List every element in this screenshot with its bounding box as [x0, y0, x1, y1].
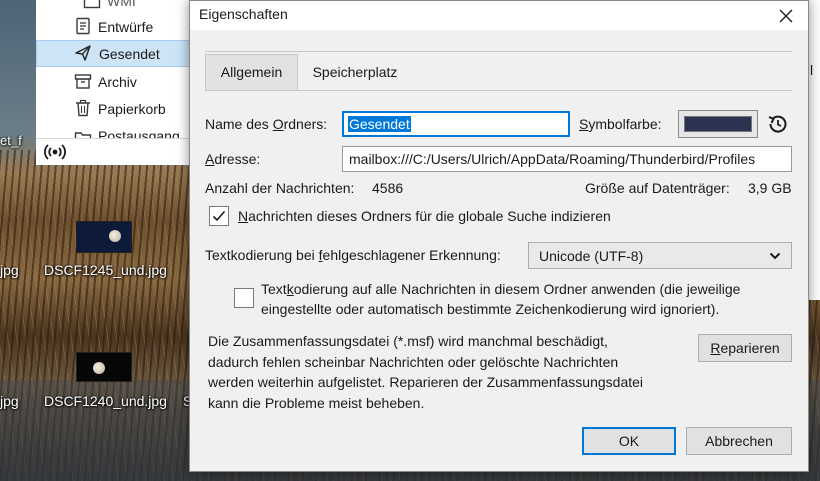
- message-count-value: 4586: [372, 180, 404, 196]
- cancel-button-label: Abbrechen: [705, 433, 773, 449]
- dialog-title: Eigenschaften: [199, 6, 288, 22]
- history-reset-icon[interactable]: [766, 112, 790, 136]
- trash-icon: [76, 99, 90, 117]
- index-search-checkbox[interactable]: [209, 206, 229, 226]
- tab-storage[interactable]: Speicherplatz: [300, 54, 410, 90]
- folder-item-label: Postausgang: [98, 128, 180, 138]
- desktop-icon-label-2[interactable]: DSCF1240_und.jpg: [44, 393, 167, 409]
- tab-strip-divider: [205, 90, 792, 91]
- tab-general[interactable]: Allgemein: [205, 54, 298, 90]
- folder-item-archive[interactable]: Archiv: [36, 68, 190, 95]
- drafts-icon: [76, 17, 90, 35]
- disk-size-label: Größe auf Datenträger:: [585, 180, 730, 196]
- folder-name-value: Gesendet: [348, 116, 411, 132]
- encoding-select[interactable]: Unicode (UTF-8): [528, 242, 792, 269]
- symbol-color-label: Symbolfarbe:: [579, 116, 662, 132]
- folder-item-label: Entwürfe: [98, 18, 154, 35]
- status-bar: [36, 138, 190, 165]
- desktop-icon-label-1[interactable]: DSCF1245_und.jpg: [44, 262, 167, 278]
- address-label: Adresse:: [205, 151, 261, 167]
- folder-item-label: Papierkorb: [98, 100, 166, 117]
- desktop-label-fragment-mid: jpg: [0, 262, 19, 278]
- folder-item-drafts[interactable]: Entwürfe: [36, 13, 190, 40]
- folder-icon: [83, 0, 101, 9]
- folder-item-sent[interactable]: Gesendet: [36, 40, 190, 67]
- chevron-down-icon: [769, 252, 781, 260]
- repair-description: Die Zusammenfassungsdatei (*.msf) wird m…: [208, 331, 688, 413]
- tab-label: Allgemein: [220, 64, 283, 80]
- folder-item-label: Gesendet: [99, 45, 160, 62]
- symbol-color-swatch: [684, 116, 752, 132]
- tab-strip-top-divider: [205, 51, 792, 52]
- ok-button[interactable]: OK: [582, 427, 676, 455]
- tab-label: Speicherplatz: [312, 64, 398, 80]
- properties-dialog: Eigenschaften Allgemein Speicherplatz Na…: [189, 0, 809, 472]
- send-icon: [75, 45, 91, 61]
- folder-item-label: Archiv: [98, 73, 137, 90]
- desktop-label-fragment-bottom: jpg: [0, 393, 19, 409]
- desktop-thumbnail-2[interactable]: [76, 352, 132, 382]
- index-search-label[interactable]: Nachrichten dieses Ordners für die globa…: [238, 208, 611, 224]
- cancel-button[interactable]: Abbrechen: [686, 427, 792, 455]
- repair-description-line: kann die Probleme meist beheben.: [208, 394, 425, 411]
- ok-button-label: OK: [618, 433, 640, 449]
- desktop-thumbnail-1[interactable]: [76, 221, 132, 253]
- archive-icon: [74, 74, 92, 89]
- checkmark-icon: [212, 210, 226, 222]
- close-button[interactable]: [764, 1, 808, 30]
- folder-item-trash[interactable]: Papierkorb: [36, 95, 190, 122]
- online-status-icon[interactable]: [44, 143, 66, 161]
- address-value: mailbox:///C:/Users/Ulrich/AppData/Roami…: [349, 151, 756, 167]
- close-icon: [779, 9, 793, 22]
- folder-item-outbox[interactable]: Postausgang: [36, 122, 190, 138]
- repair-button[interactable]: Reparieren: [698, 334, 792, 362]
- folder-item-wmi[interactable]: WMI: [36, 0, 190, 14]
- moon-shape: [93, 362, 105, 374]
- address-field[interactable]: mailbox:///C:/Users/Ulrich/AppData/Roami…: [342, 146, 792, 172]
- apply-encoding-checkbox[interactable]: [234, 288, 254, 308]
- folder-name-input[interactable]: Gesendet: [342, 111, 570, 137]
- dialog-titlebar[interactable]: Eigenschaften: [190, 1, 808, 30]
- desktop-label-fragment-top: et_f: [0, 133, 22, 148]
- folder-item-label: WMI: [107, 0, 136, 9]
- apply-encoding-label-line2[interactable]: eingestellte oder automatisch bestimmte …: [261, 301, 719, 317]
- apply-encoding-label-line1[interactable]: Textkodierung auf alle Nachrichten in di…: [261, 281, 740, 297]
- message-count-label: Anzahl der Nachrichten:: [205, 180, 355, 196]
- repair-description-line: werden weiterhin aufgelistet. Reparieren…: [208, 374, 644, 390]
- folder-name-label: Name des Ordners:: [205, 116, 328, 132]
- encoding-label: Textkodierung bei fehlgeschlagener Erken…: [205, 247, 501, 263]
- repair-description-line: Die Zusammenfassungsdatei (*.msf) wird m…: [208, 333, 608, 349]
- repair-button-label: Reparieren: [710, 340, 780, 356]
- moon-shape: [109, 230, 121, 242]
- disk-size-value: 3,9 GB: [748, 180, 792, 196]
- background-window-text: l: [810, 62, 814, 78]
- outbox-folder-icon: [74, 132, 92, 138]
- repair-description-line: dadurch fehlen scheinbar Nachrichten ode…: [208, 353, 619, 370]
- symbol-color-button[interactable]: [678, 110, 758, 138]
- encoding-selected-value: Unicode (UTF-8): [539, 247, 644, 264]
- background-window-edge: l: [808, 0, 820, 300]
